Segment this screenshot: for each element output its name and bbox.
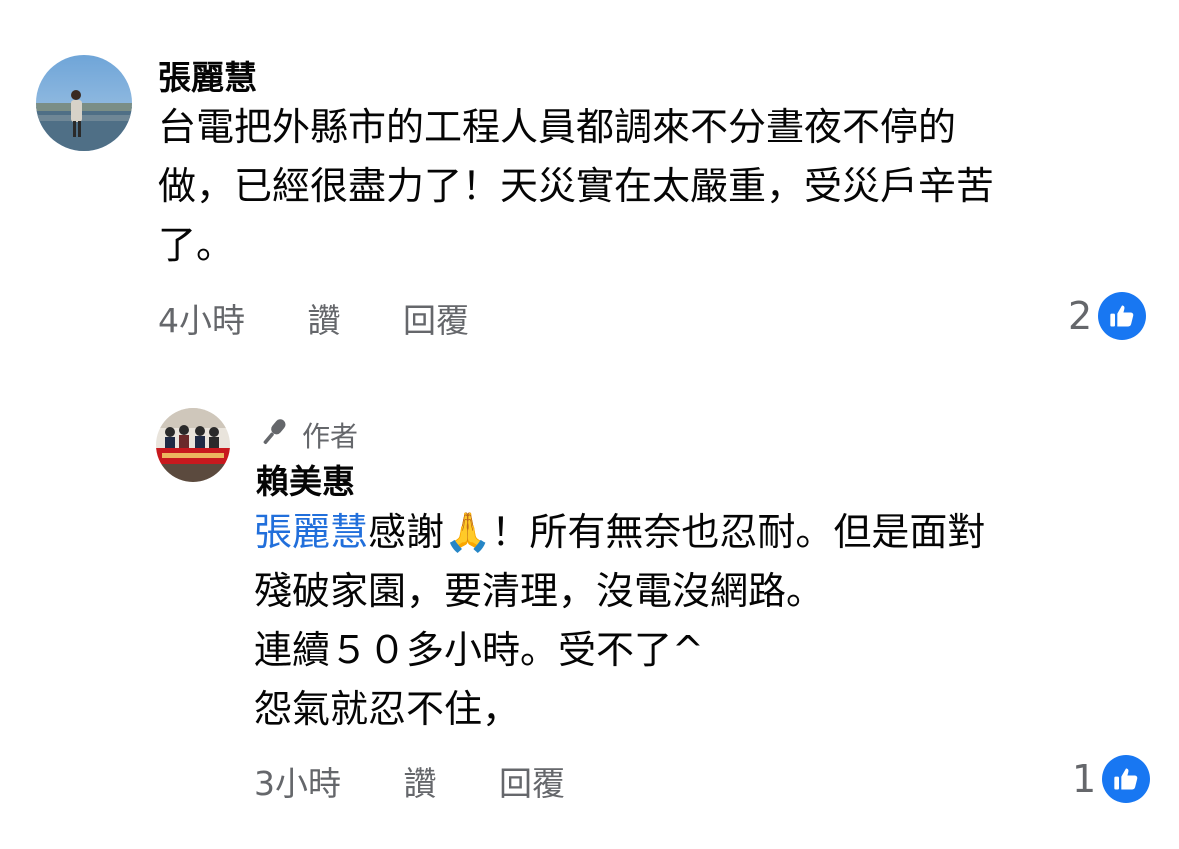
comment-actions: 4小時 讚 回覆 xyxy=(158,301,469,341)
thumbs-up-icon xyxy=(1098,292,1147,340)
reaction-count: 2 xyxy=(1068,294,1093,338)
comment-text: 台電把外縣市的工程人員都調來不分晝夜不停的 做，已經很盡力了！天災實在太嚴重，受… xyxy=(158,98,1158,275)
comment-timestamp[interactable]: 3小時 xyxy=(254,764,341,804)
comment-text-line: 了。 xyxy=(158,223,235,267)
comment-text-line: 台電把外縣市的工程人員都調來不分晝夜不停的 xyxy=(158,105,957,149)
comment-text-segment: 感謝🙏！所有無奈也忍耐。但是面對 xyxy=(368,510,986,554)
comment-text-line: 連續５０多小時。受不了^ xyxy=(254,628,704,672)
comment-text-line: 做，已經很盡力了！天災實在太嚴重，受災戶辛苦 xyxy=(158,164,995,208)
reply-button[interactable]: 回覆 xyxy=(403,301,469,341)
reaction-summary[interactable]: 1 xyxy=(1072,755,1151,803)
author-badge: 作者 xyxy=(256,414,358,459)
reaction-summary[interactable]: 2 xyxy=(1068,292,1147,340)
author-badge-label: 作者 xyxy=(302,419,359,453)
mention-link[interactable]: 張麗慧 xyxy=(254,510,368,554)
reply-button[interactable]: 回覆 xyxy=(499,764,565,804)
like-button[interactable]: 讚 xyxy=(404,764,437,804)
thumbs-up-icon xyxy=(1102,755,1151,803)
comment-text: 張麗慧感謝🙏！所有無奈也忍耐。但是面對 殘破家園，要清理，沒電沒網路。 連續５０… xyxy=(254,503,1154,739)
comment-text-line: 殘破家園，要清理，沒電沒網路。 xyxy=(254,569,825,613)
comments-thread: 張麗慧 台電把外縣市的工程人員都調來不分晝夜不停的 做，已經很盡力了！天災實在太… xyxy=(0,0,1179,849)
comment-author[interactable]: 賴美惠 xyxy=(256,462,355,502)
comment-text-line: 張麗慧感謝🙏！所有無奈也忍耐。但是面對 xyxy=(254,503,1154,562)
reaction-count: 1 xyxy=(1072,757,1097,801)
comment-author[interactable]: 張麗慧 xyxy=(158,58,257,98)
avatar[interactable] xyxy=(156,408,230,482)
like-button[interactable]: 讚 xyxy=(308,301,341,341)
comment-text-line: 怨氣就忍不住， xyxy=(254,687,521,731)
comment-actions: 3小時 讚 回覆 xyxy=(254,764,565,804)
avatar[interactable] xyxy=(36,55,132,151)
microphone-icon xyxy=(256,414,292,459)
comment-timestamp[interactable]: 4小時 xyxy=(158,301,245,341)
